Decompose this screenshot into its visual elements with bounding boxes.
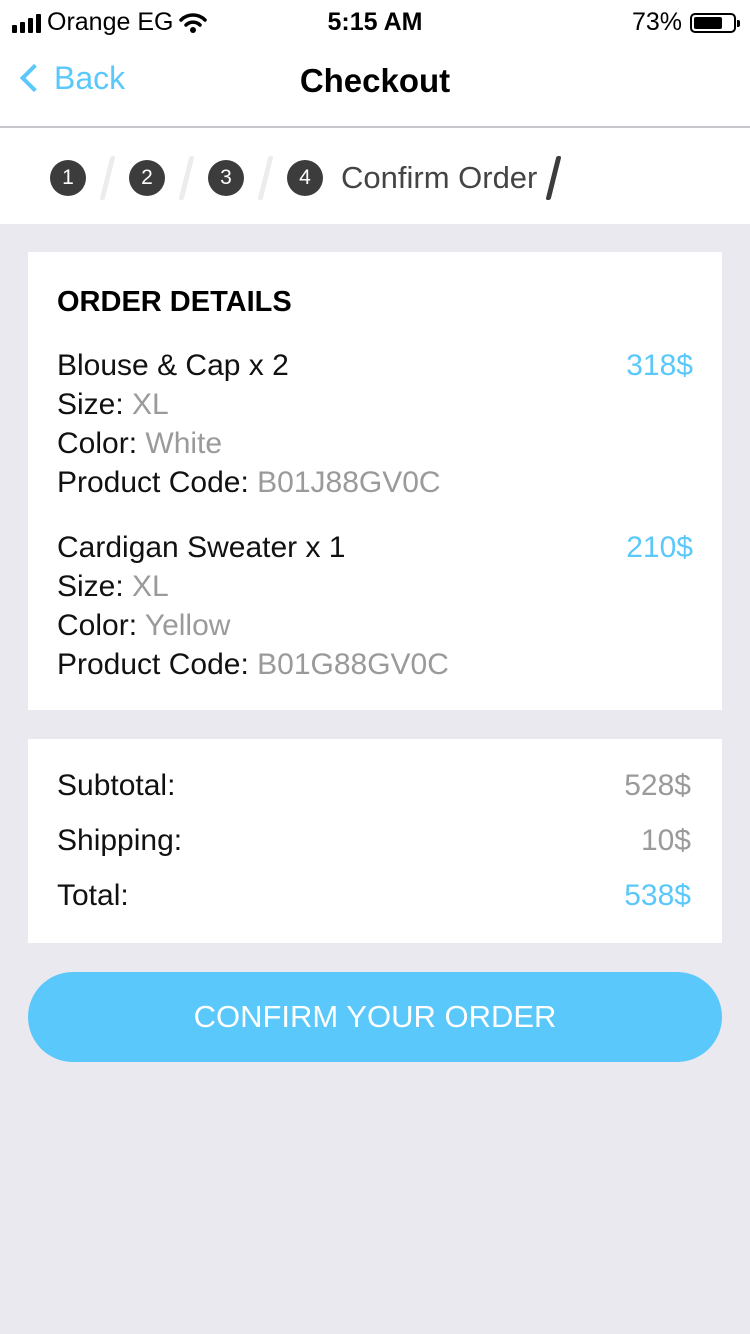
totals-card: Subtotal: 528$ Shipping: 10$ Total: 538$: [28, 739, 722, 943]
item-code-row: Product Code: B01G88GV0C: [57, 645, 693, 684]
code-label: Product Code:: [57, 648, 249, 681]
item-size-row: Size: XL: [57, 385, 693, 424]
color-label: Color:: [57, 427, 138, 460]
subtotal-value: 528$: [624, 769, 691, 802]
order-details-card: ORDER DETAILS Blouse & Cap x 2 318$ Size…: [28, 252, 722, 710]
item-color-row: Color: White: [57, 424, 693, 463]
step-3[interactable]: 3: [208, 160, 244, 196]
status-right: 73%: [631, 8, 740, 37]
size-label: Size:: [57, 570, 124, 603]
total-label: Total:: [57, 879, 129, 912]
step-1[interactable]: 1: [50, 160, 86, 196]
color-value: White: [145, 427, 223, 460]
confirm-order-button[interactable]: CONFIRM YOUR ORDER: [28, 972, 722, 1062]
size-value: XL: [132, 388, 169, 421]
item-name: Blouse & Cap x 2: [57, 349, 289, 382]
status-bar: Orange EG 5:15 AM 73%: [0, 0, 750, 42]
item-size-row: Size: XL: [57, 567, 693, 606]
item-color-row: Color: Yellow: [57, 606, 693, 645]
step-separator: [99, 156, 116, 200]
step-4[interactable]: 4: [287, 160, 323, 196]
total-row: Total: 538$: [57, 879, 691, 913]
code-label: Product Code:: [57, 466, 249, 499]
color-label: Color:: [57, 609, 138, 642]
order-item: Cardigan Sweater x 1 210$ Size: XL Color…: [57, 528, 693, 684]
item-price: 210$: [626, 531, 693, 564]
battery-percent: 73%: [631, 8, 682, 36]
battery-icon: [690, 12, 740, 33]
step-separator-active: [545, 156, 562, 200]
subtotal-label: Subtotal:: [57, 769, 176, 802]
size-label: Size:: [57, 388, 124, 421]
shipping-row: Shipping: 10$: [57, 824, 691, 858]
battery-tip: [737, 19, 740, 27]
subtotal-row: Subtotal: 528$: [57, 769, 691, 803]
total-value: 538$: [624, 879, 691, 912]
shipping-label: Shipping:: [57, 824, 183, 857]
battery-fill: [694, 16, 722, 29]
page-title: Checkout: [299, 62, 451, 99]
steps: 1 2 3 4 Confirm Order: [50, 156, 575, 200]
color-value: Yellow: [144, 609, 231, 642]
step-separator: [178, 156, 195, 200]
checkout-stepper: 1 2 3 4 Confirm Order: [0, 128, 750, 224]
item-price: 318$: [626, 349, 693, 382]
navigation-bar: Back Checkout: [0, 42, 750, 128]
order-details-title: ORDER DETAILS: [57, 286, 292, 318]
code-value: B01G88GV0C: [257, 648, 449, 681]
step-2[interactable]: 2: [129, 160, 165, 196]
shipping-value: 10$: [640, 824, 691, 857]
current-step-label: Confirm Order: [341, 160, 538, 195]
size-value: XL: [132, 570, 169, 603]
item-name: Cardigan Sweater x 1: [57, 531, 346, 564]
order-item: Blouse & Cap x 2 318$ Size: XL Color: Wh…: [57, 346, 693, 502]
item-code-row: Product Code: B01J88GV0C: [57, 463, 693, 502]
step-separator: [257, 156, 274, 200]
code-value: B01J88GV0C: [257, 466, 441, 499]
